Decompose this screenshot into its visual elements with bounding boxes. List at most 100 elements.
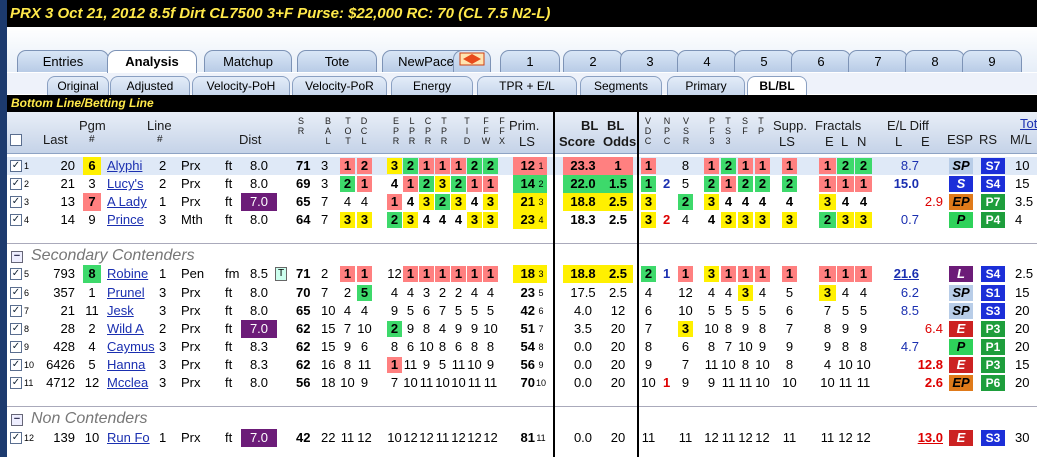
rating-cell: 1: [483, 176, 498, 192]
horse-name[interactable]: Robine: [107, 265, 148, 283]
race-flag[interactable]: T: [275, 267, 287, 281]
horse-name[interactable]: Run Fo: [107, 429, 150, 447]
horse-name[interactable]: A Lady: [107, 193, 147, 211]
row-checkbox[interactable]: ✓: [10, 178, 22, 190]
tab-1[interactable]: 1: [500, 50, 560, 72]
table-row[interactable]: ✓ 12 139 10 Run Fo 1 Prx ft 7.0 42 22 11 12 10 12 12 11 1…: [7, 429, 1037, 447]
row-checkbox[interactable]: ✓: [10, 341, 22, 353]
morning-line: 15: [1015, 176, 1030, 191]
bl-score[interactable]: 0.0: [563, 356, 603, 374]
fractal-cell: 11: [838, 375, 853, 390]
tote-graph-icon[interactable]: [453, 50, 491, 72]
header-tote[interactable]: Tote: [1020, 116, 1037, 131]
subtab-velocity-por[interactable]: Velocity-PoR: [292, 76, 387, 95]
tab-8[interactable]: 8: [905, 50, 965, 72]
bl-odds[interactable]: 20: [603, 374, 633, 392]
track: Pen: [181, 266, 205, 281]
bl-odds[interactable]: 20: [603, 356, 633, 374]
bl-score[interactable]: 22.0: [563, 175, 603, 193]
bl-odds[interactable]: 2.5: [603, 193, 633, 211]
horse-name[interactable]: Hanna: [107, 356, 145, 374]
horse-name[interactable]: Lucy's: [107, 175, 143, 193]
subtab-velocity-poh[interactable]: Velocity-PoH: [192, 76, 290, 95]
subtab-segments[interactable]: Segments: [580, 76, 662, 95]
subtab-bl-bl[interactable]: BL/BL: [747, 76, 807, 95]
tab-matchup[interactable]: Matchup: [204, 50, 292, 72]
tab-3[interactable]: 3: [620, 50, 680, 72]
table-row[interactable]: ✓ 11 4712 12 Mcclea 3 Prx ft 8.0 56 18 10 9 7 10 11 10 10…: [7, 374, 1037, 392]
collapse-toggle[interactable]: −: [11, 251, 23, 263]
horse-name[interactable]: Caymus: [107, 338, 155, 356]
bl-odds[interactable]: 20: [603, 320, 633, 338]
bl-score[interactable]: 0.0: [563, 338, 603, 356]
row-checkbox[interactable]: ✓: [10, 160, 22, 172]
bl-score[interactable]: 4.0: [563, 302, 603, 320]
row-checkbox[interactable]: ✓: [10, 432, 22, 444]
morning-line: 15: [1015, 285, 1030, 300]
rating-cell: 3: [422, 285, 431, 300]
table-row[interactable]: ✓ 5 793 8 Robine 1 Pen fm 8.5 T 71 2 1 1 12 1 1 1 1 1 1 18 3 18…: [7, 265, 1037, 283]
horse-name[interactable]: Alyphi: [107, 157, 142, 175]
bl-odds[interactable]: 12: [603, 302, 633, 320]
select-all-checkbox[interactable]: [10, 134, 22, 146]
row-checkbox[interactable]: ✓: [10, 287, 22, 299]
row-checkbox[interactable]: ✓: [10, 268, 22, 280]
subtab-adjusted[interactable]: Adjusted: [110, 76, 190, 95]
table-row[interactable]: ✓ 9 428 4 Caymus 3 Prx ft 8.3 62 15 9 6 8 6 10 8 6 8 8 54 8 0.…: [7, 338, 1037, 356]
horse-name[interactable]: Mcclea: [107, 374, 148, 392]
bl-score[interactable]: 0.0: [563, 429, 603, 447]
balance: 2: [321, 266, 329, 281]
tab-9[interactable]: 9: [962, 50, 1022, 72]
tab-6[interactable]: 6: [791, 50, 851, 72]
row-checkbox[interactable]: ✓: [10, 214, 22, 226]
bl-odds[interactable]: 20: [603, 429, 633, 447]
subtab-tpr-e-l[interactable]: TPR + E/L: [477, 76, 577, 95]
table-row[interactable]: ✓ 2 21 3 Lucy's 2 Prx ft 8.0 69 3 2 1 4 1 2 3 2 1 1 14 2 22.0 1…: [7, 175, 1037, 193]
pace-cell: 2: [755, 176, 770, 192]
speed-rating: 62: [296, 339, 311, 354]
horse-name[interactable]: Jesk: [107, 302, 134, 320]
table-row[interactable]: ✓ 8 28 2 Wild A 2 Prx ft 7.0 62 15 7 10 2 9 8 4 9 9 10 51 7 3.…: [7, 320, 1037, 338]
bl-odds[interactable]: 2.5: [603, 284, 633, 302]
bl-odds[interactable]: 2.5: [603, 265, 633, 283]
tab-5[interactable]: 5: [734, 50, 794, 72]
table-row[interactable]: ✓ 1 20 6 Alyphi 2 Prx ft 8.0 71 3 1 2 3 2 1 1 1 2 2 12 1 23.3 1…: [7, 157, 1037, 175]
last-days: 21: [60, 176, 75, 191]
tab-4[interactable]: 4: [677, 50, 737, 72]
bl-odds[interactable]: 2.5: [603, 211, 633, 229]
tab-entries[interactable]: Entries: [17, 50, 109, 72]
subtab-primary[interactable]: Primary: [667, 76, 745, 95]
row-checkbox[interactable]: ✓: [10, 305, 22, 317]
bl-score[interactable]: 0.0: [563, 374, 603, 392]
row-checkbox[interactable]: ✓: [10, 377, 22, 389]
table-row[interactable]: ✓ 7 21 11 Jesk 3 Prx ft 8.0 65 10 4 4 9 5 6 7 5 5 5 42 6 4.0 12…: [7, 302, 1037, 320]
bl-score[interactable]: 17.5: [563, 284, 603, 302]
bl-odds[interactable]: 1.5: [603, 175, 633, 193]
rating-cell: 12: [483, 430, 498, 445]
prim-ls: 9: [538, 360, 544, 370]
row-checkbox[interactable]: ✓: [10, 323, 22, 335]
bl-score[interactable]: 3.5: [563, 320, 603, 338]
horse-name[interactable]: Prunel: [107, 284, 145, 302]
bl-score[interactable]: 18.8: [563, 193, 603, 211]
tab-2[interactable]: 2: [563, 50, 623, 72]
tab-tote[interactable]: Tote: [297, 50, 377, 72]
tab-7[interactable]: 7: [848, 50, 908, 72]
collapse-toggle[interactable]: −: [11, 414, 23, 426]
table-row[interactable]: ✓ 3 13 7 A Lady 1 Prx ft 7.0 65 7 4 4 1 4 3 2 3 4 3 21 3 18.8 2…: [7, 193, 1037, 211]
tab-analysis[interactable]: Analysis: [107, 50, 197, 73]
row-checkbox[interactable]: ✓: [10, 359, 22, 371]
subtab-original[interactable]: Original: [47, 76, 109, 95]
table-row[interactable]: ✓ 6 357 1 Prunel 3 Prx ft 8.0 70 7 2 5 4 4 3 2 2 4 4 23 5 17.5…: [7, 284, 1037, 302]
horse-name[interactable]: Prince: [107, 211, 144, 229]
subtab-energy[interactable]: Energy: [391, 76, 473, 95]
horse-name[interactable]: Wild A: [107, 320, 144, 338]
bl-odds[interactable]: 20: [603, 338, 633, 356]
row-checkbox[interactable]: ✓: [10, 196, 22, 208]
table-row[interactable]: ✓ 10 6426 5 Hanna 3 Prx ft 8.3 62 16 8 11 1 11 9 5 11 10 9 5…: [7, 356, 1037, 374]
table-row[interactable]: ✓ 4 14 9 Prince 3 Mth ft 8.0 64 7 3 3 2 3 4 4 4 3 3 23 4 18.3 2…: [7, 211, 1037, 229]
bl-score[interactable]: 18.8: [563, 265, 603, 283]
bl-score[interactable]: 18.3: [563, 211, 603, 229]
bl-odds[interactable]: 1: [603, 157, 633, 175]
bl-score[interactable]: 23.3: [563, 157, 603, 175]
